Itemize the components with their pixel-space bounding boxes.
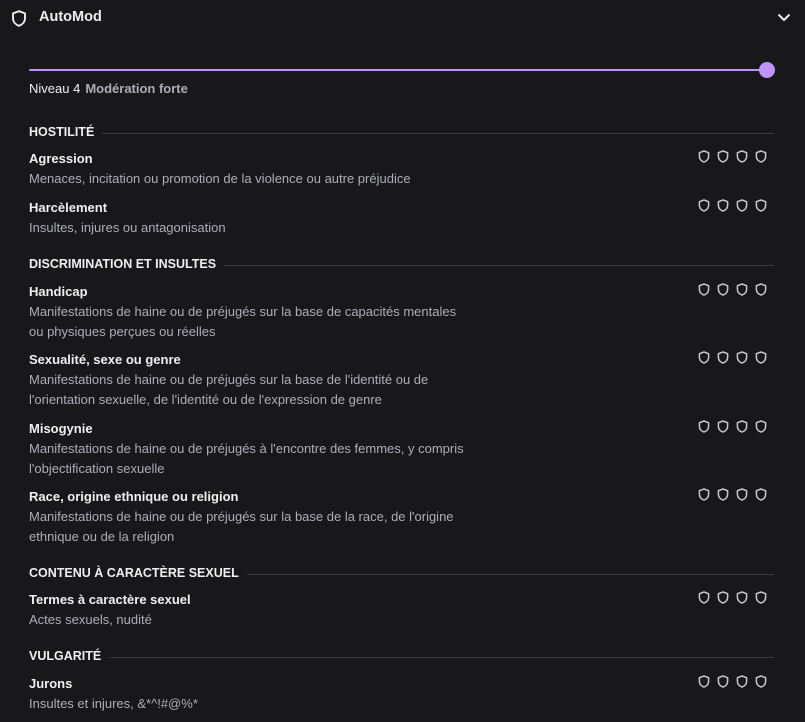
shield-icon[interactable] (698, 351, 710, 364)
filter-category: Race, origine ethnique ou religion Manife… (29, 487, 774, 546)
slider-track (29, 69, 767, 71)
shield-icon[interactable] (698, 591, 710, 604)
section-title: DISCRIMINATION ET INSULTES (29, 257, 225, 271)
category-description: Actes sexuels, nudité (29, 612, 152, 627)
category-description: Insultes et injures, &*^!#@%* (29, 696, 198, 711)
filter-category: Jurons Insultes et injures, &*^!#@%* (29, 674, 774, 714)
shield-icon[interactable] (717, 420, 729, 433)
shield-icon[interactable] (698, 150, 710, 163)
section-divider (29, 657, 774, 658)
filter-category: Agression Menaces, incitation ou promotio… (29, 149, 774, 189)
shield-icon[interactable] (698, 199, 710, 212)
filter-level-shields (698, 591, 770, 605)
filter-level-shields (698, 150, 770, 164)
section-title: CONTENU À CARACTÈRE SEXUEL (29, 566, 247, 580)
slider-thumb[interactable] (759, 62, 775, 78)
level-description: Modération forte (85, 81, 188, 96)
category-title: Race, origine ethnique ou religion (29, 489, 239, 504)
section-header: HOSTILITÉ (29, 125, 774, 143)
shield-icon[interactable] (717, 591, 729, 604)
filter-level-shields (698, 675, 770, 689)
automod-header: AutoMod (0, 0, 805, 36)
shield-icon[interactable] (698, 675, 710, 688)
shield-icon[interactable] (755, 351, 767, 364)
filter-level-shields (698, 488, 770, 502)
section-title: VULGARITÉ (29, 649, 110, 663)
shield-icon[interactable] (755, 488, 767, 501)
shield-icon[interactable] (736, 150, 748, 163)
shield-icon[interactable] (736, 420, 748, 433)
filter-category: Handicap Manifestations de haine ou de pr… (29, 282, 774, 341)
filter-level-shields (698, 351, 770, 365)
shield-icon[interactable] (736, 675, 748, 688)
shield-icon[interactable] (717, 283, 729, 296)
shield-icon[interactable] (717, 675, 729, 688)
category-title: Harcèlement (29, 200, 108, 215)
category-title: Handicap (29, 284, 88, 299)
filter-category: Harcèlement Insultes, injures ou antagoni… (29, 198, 774, 238)
level-label: Niveau 4 (29, 81, 81, 96)
filter-level-shields (698, 199, 770, 213)
shield-icon[interactable] (755, 150, 767, 163)
section-header: VULGARITÉ (29, 649, 774, 667)
category-title: Misogynie (29, 421, 93, 436)
shield-icon[interactable] (755, 591, 767, 604)
category-title: Sexualité, sexe ou genre (29, 352, 181, 367)
category-description: Manifestations de haine ou de préjugés s… (29, 509, 454, 544)
filter-category: Termes à caractère sexuel Actes sexuels, … (29, 590, 774, 630)
shield-icon[interactable] (698, 420, 710, 433)
shield-icon[interactable] (736, 283, 748, 296)
shield-icon[interactable] (717, 199, 729, 212)
automod-title: AutoMod (39, 9, 102, 25)
filter-category: Sexualité, sexe ou genre Manifestations d… (29, 350, 774, 409)
section-header: DISCRIMINATION ET INSULTES (29, 257, 774, 275)
category-description: Manifestations de haine ou de préjugés s… (29, 372, 429, 407)
shield-icon[interactable] (736, 199, 748, 212)
section-title: HOSTILITÉ (29, 125, 103, 139)
shield-icon[interactable] (698, 283, 710, 296)
shield-icon[interactable] (698, 488, 710, 501)
filter-level-shields (698, 283, 770, 297)
shield-icon (12, 10, 26, 27)
shield-icon[interactable] (755, 675, 767, 688)
category-description: Menaces, incitation ou promotion de la v… (29, 171, 411, 186)
shield-icon[interactable] (736, 488, 748, 501)
filter-level-shields (698, 420, 770, 434)
shield-icon[interactable] (717, 150, 729, 163)
category-description: Manifestations de haine ou de préjugés à… (29, 441, 464, 476)
shield-icon[interactable] (717, 351, 729, 364)
shield-icon[interactable] (736, 591, 748, 604)
category-description: Insultes, injures ou antagonisation (29, 220, 226, 235)
category-title: Jurons (29, 676, 73, 691)
category-title: Termes à caractère sexuel (29, 592, 191, 607)
category-title: Agression (29, 151, 93, 166)
shield-icon[interactable] (717, 488, 729, 501)
shield-icon[interactable] (755, 283, 767, 296)
filter-category: Misogynie Manifestations de haine ou de p… (29, 419, 774, 478)
shield-icon[interactable] (755, 199, 767, 212)
level-readout: Niveau 4 Modération forte (29, 81, 188, 96)
section-divider (29, 133, 774, 134)
section-header: CONTENU À CARACTÈRE SEXUEL (29, 566, 774, 584)
moderation-level-slider[interactable] (29, 61, 775, 81)
category-description: Manifestations de haine ou de préjugés s… (29, 304, 457, 339)
shield-icon[interactable] (736, 351, 748, 364)
shield-icon[interactable] (755, 420, 767, 433)
chevron-down-icon[interactable] (776, 12, 792, 24)
